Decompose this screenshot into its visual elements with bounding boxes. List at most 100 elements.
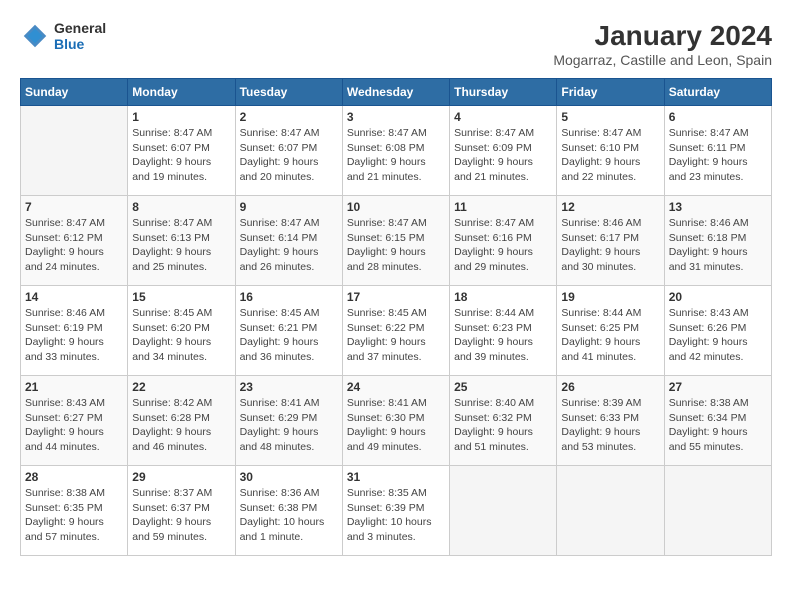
day-number: 10 <box>347 200 445 214</box>
calendar-cell <box>21 106 128 196</box>
day-number: 31 <box>347 470 445 484</box>
day-number: 3 <box>347 110 445 124</box>
day-of-week-header: Wednesday <box>342 79 449 106</box>
day-number: 30 <box>240 470 338 484</box>
day-info: Sunrise: 8:47 AMSunset: 6:10 PMDaylight:… <box>561 126 659 185</box>
day-info: Sunrise: 8:46 AMSunset: 6:17 PMDaylight:… <box>561 216 659 275</box>
calendar-week-row: 7 Sunrise: 8:47 AMSunset: 6:12 PMDaylight… <box>21 196 772 286</box>
day-of-week-header: Saturday <box>664 79 771 106</box>
calendar-cell: 10 Sunrise: 8:47 AMSunset: 6:15 PMDayligh… <box>342 196 449 286</box>
calendar-title: January 2024 <box>553 20 772 52</box>
day-info: Sunrise: 8:45 AMSunset: 6:20 PMDaylight:… <box>132 306 230 365</box>
calendar-cell: 3Sunrise: 8:47 AMSunset: 6:08 PMDaylight… <box>342 106 449 196</box>
day-number: 4 <box>454 110 552 124</box>
calendar-cell: 16 Sunrise: 8:45 AMSunset: 6:21 PMDayligh… <box>235 286 342 376</box>
calendar-cell: 13Sunrise: 8:46 AMSunset: 6:18 PMDayligh… <box>664 196 771 286</box>
title-block: January 2024 Mogarraz, Castille and Leon… <box>553 20 772 68</box>
day-info: Sunrise: 8:44 AMSunset: 6:25 PMDaylight:… <box>561 306 659 365</box>
day-number: 29 <box>132 470 230 484</box>
calendar-cell: 5Sunrise: 8:47 AMSunset: 6:10 PMDaylight… <box>557 106 664 196</box>
day-of-week-header: Thursday <box>450 79 557 106</box>
day-info: Sunrise: 8:47 AMSunset: 6:09 PMDaylight:… <box>454 126 552 185</box>
day-info: Sunrise: 8:47 AMSunset: 6:07 PMDaylight:… <box>240 126 338 185</box>
day-number: 27 <box>669 380 767 394</box>
calendar-cell: 23 Sunrise: 8:41 AMSunset: 6:29 PMDayligh… <box>235 376 342 466</box>
calendar-cell: 24 Sunrise: 8:41 AMSunset: 6:30 PMDayligh… <box>342 376 449 466</box>
day-of-week-header: Sunday <box>21 79 128 106</box>
day-info: Sunrise: 8:47 AMSunset: 6:13 PMDaylight:… <box>132 216 230 275</box>
day-number: 8 <box>132 200 230 214</box>
day-info: Sunrise: 8:47 AMSunset: 6:15 PMDaylight:… <box>347 216 445 275</box>
calendar-cell: 15Sunrise: 8:45 AMSunset: 6:20 PMDayligh… <box>128 286 235 376</box>
calendar-cell: 1 Sunrise: 8:47 AMSunset: 6:07 PMDaylight… <box>128 106 235 196</box>
calendar-week-row: 28Sunrise: 8:38 AMSunset: 6:35 PMDayligh… <box>21 466 772 556</box>
calendar-table: SundayMondayTuesdayWednesdayThursdayFrid… <box>20 78 772 556</box>
day-number: 26 <box>561 380 659 394</box>
calendar-cell: 20 Sunrise: 8:43 AMSunset: 6:26 PMDayligh… <box>664 286 771 376</box>
calendar-cell: 17 Sunrise: 8:45 AMSunset: 6:22 PMDayligh… <box>342 286 449 376</box>
day-number: 2 <box>240 110 338 124</box>
logo-icon <box>20 21 50 51</box>
day-number: 7 <box>25 200 123 214</box>
day-of-week-header: Monday <box>128 79 235 106</box>
calendar-cell: 21 Sunrise: 8:43 AMSunset: 6:27 PMDayligh… <box>21 376 128 466</box>
calendar-cell: 26 Sunrise: 8:39 AMSunset: 6:33 PMDayligh… <box>557 376 664 466</box>
calendar-cell: 30 Sunrise: 8:36 AMSunset: 6:38 PMDayligh… <box>235 466 342 556</box>
calendar-week-row: 21 Sunrise: 8:43 AMSunset: 6:27 PMDayligh… <box>21 376 772 466</box>
day-number: 23 <box>240 380 338 394</box>
day-number: 16 <box>240 290 338 304</box>
day-of-week-header: Friday <box>557 79 664 106</box>
calendar-subtitle: Mogarraz, Castille and Leon, Spain <box>553 52 772 68</box>
calendar-cell: 4 Sunrise: 8:47 AMSunset: 6:09 PMDaylight… <box>450 106 557 196</box>
logo-text: General Blue <box>54 20 106 52</box>
calendar-week-row: 14 Sunrise: 8:46 AMSunset: 6:19 PMDayligh… <box>21 286 772 376</box>
calendar-cell: 8 Sunrise: 8:47 AMSunset: 6:13 PMDaylight… <box>128 196 235 286</box>
calendar-cell: 18Sunrise: 8:44 AMSunset: 6:23 PMDayligh… <box>450 286 557 376</box>
day-info: Sunrise: 8:47 AMSunset: 6:07 PMDaylight:… <box>132 126 230 185</box>
day-number: 19 <box>561 290 659 304</box>
day-number: 25 <box>454 380 552 394</box>
day-info: Sunrise: 8:41 AMSunset: 6:30 PMDaylight:… <box>347 396 445 455</box>
day-info: Sunrise: 8:41 AMSunset: 6:29 PMDaylight:… <box>240 396 338 455</box>
day-number: 1 <box>132 110 230 124</box>
logo-general: General <box>54 20 106 36</box>
logo-blue: Blue <box>54 36 106 52</box>
day-number: 22 <box>132 380 230 394</box>
calendar-cell: 14 Sunrise: 8:46 AMSunset: 6:19 PMDayligh… <box>21 286 128 376</box>
day-info: Sunrise: 8:46 AMSunset: 6:18 PMDaylight:… <box>669 216 767 275</box>
calendar-cell: 22 Sunrise: 8:42 AMSunset: 6:28 PMDayligh… <box>128 376 235 466</box>
day-number: 11 <box>454 200 552 214</box>
page-header: General Blue January 2024 Mogarraz, Cast… <box>20 20 772 68</box>
calendar-cell: 12 Sunrise: 8:46 AMSunset: 6:17 PMDayligh… <box>557 196 664 286</box>
day-info: Sunrise: 8:45 AMSunset: 6:21 PMDaylight:… <box>240 306 338 365</box>
day-number: 24 <box>347 380 445 394</box>
calendar-cell: 27Sunrise: 8:38 AMSunset: 6:34 PMDayligh… <box>664 376 771 466</box>
day-info: Sunrise: 8:45 AMSunset: 6:22 PMDaylight:… <box>347 306 445 365</box>
day-number: 14 <box>25 290 123 304</box>
day-info: Sunrise: 8:38 AMSunset: 6:35 PMDaylight:… <box>25 486 123 545</box>
day-number: 21 <box>25 380 123 394</box>
day-number: 12 <box>561 200 659 214</box>
day-info: Sunrise: 8:40 AMSunset: 6:32 PMDaylight:… <box>454 396 552 455</box>
day-info: Sunrise: 8:36 AMSunset: 6:38 PMDaylight:… <box>240 486 338 545</box>
calendar-cell: 29Sunrise: 8:37 AMSunset: 6:37 PMDayligh… <box>128 466 235 556</box>
calendar-cell: 9Sunrise: 8:47 AMSunset: 6:14 PMDaylight… <box>235 196 342 286</box>
calendar-cell <box>664 466 771 556</box>
day-info: Sunrise: 8:39 AMSunset: 6:33 PMDaylight:… <box>561 396 659 455</box>
calendar-cell: 11Sunrise: 8:47 AMSunset: 6:16 PMDayligh… <box>450 196 557 286</box>
day-info: Sunrise: 8:47 AMSunset: 6:14 PMDaylight:… <box>240 216 338 275</box>
days-of-week-row: SundayMondayTuesdayWednesdayThursdayFrid… <box>21 79 772 106</box>
day-info: Sunrise: 8:42 AMSunset: 6:28 PMDaylight:… <box>132 396 230 455</box>
day-info: Sunrise: 8:46 AMSunset: 6:19 PMDaylight:… <box>25 306 123 365</box>
day-number: 18 <box>454 290 552 304</box>
calendar-cell <box>557 466 664 556</box>
day-number: 17 <box>347 290 445 304</box>
day-info: Sunrise: 8:47 AMSunset: 6:11 PMDaylight:… <box>669 126 767 185</box>
calendar-cell <box>450 466 557 556</box>
calendar-cell: 6 Sunrise: 8:47 AMSunset: 6:11 PMDaylight… <box>664 106 771 196</box>
day-number: 6 <box>669 110 767 124</box>
day-info: Sunrise: 8:43 AMSunset: 6:26 PMDaylight:… <box>669 306 767 365</box>
day-info: Sunrise: 8:47 AMSunset: 6:12 PMDaylight:… <box>25 216 123 275</box>
day-number: 20 <box>669 290 767 304</box>
day-info: Sunrise: 8:43 AMSunset: 6:27 PMDaylight:… <box>25 396 123 455</box>
